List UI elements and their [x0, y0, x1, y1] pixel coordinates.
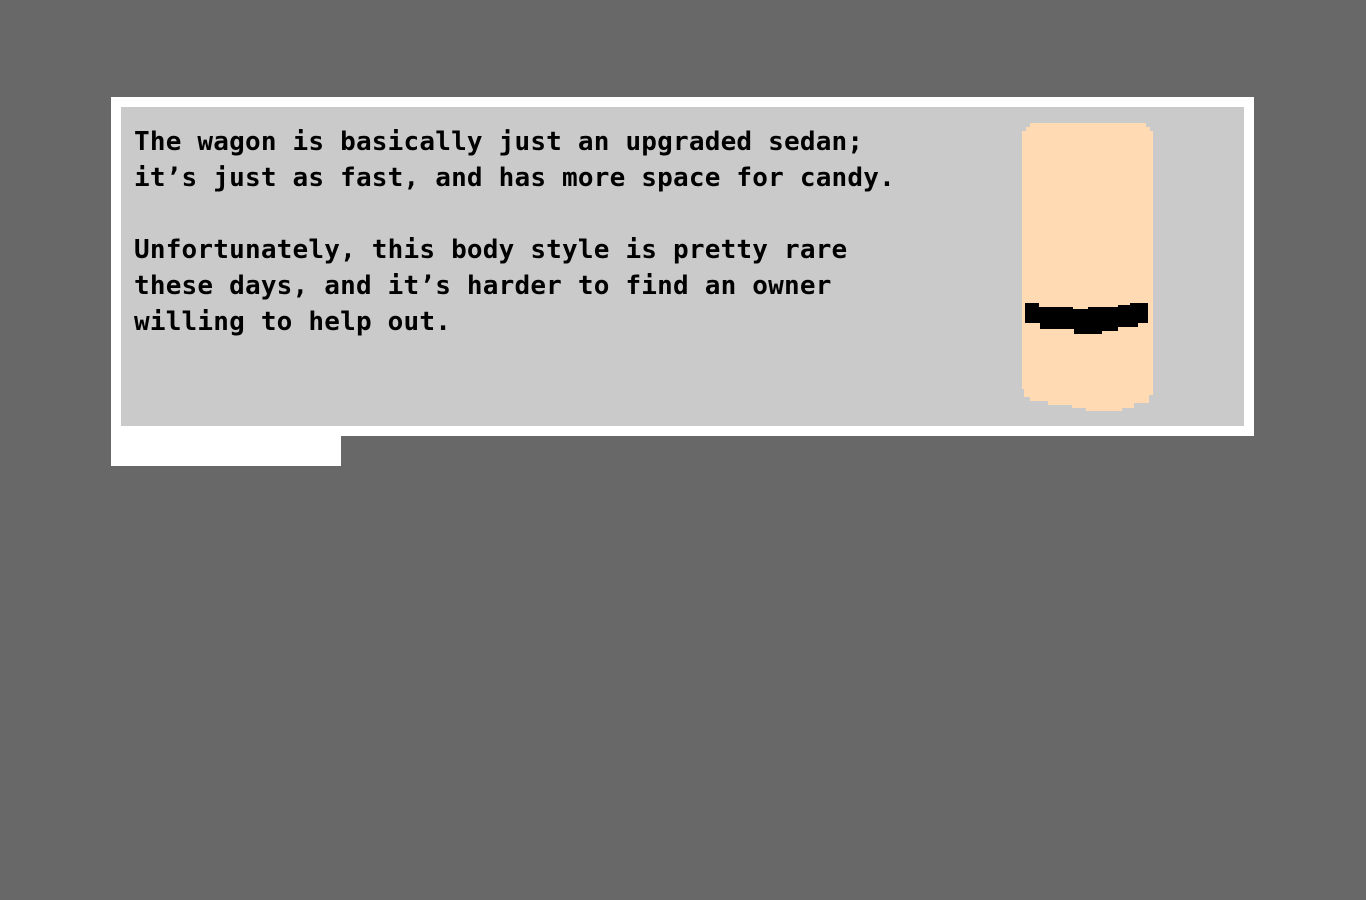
dialog-box[interactable]: The wagon is basically just an upgraded …: [111, 97, 1254, 436]
dialog-tab: [111, 436, 341, 466]
dialog-panel: The wagon is basically just an upgraded …: [121, 107, 1244, 426]
dialog-line: The wagon is basically just an upgraded …: [134, 127, 864, 157]
dialog-text: The wagon is basically just an upgraded …: [134, 124, 994, 340]
candy-bar-car-icon: [1022, 123, 1153, 411]
dialog-line: Unfortunately, this body style is pretty…: [134, 235, 848, 265]
game-screen: The wagon is basically just an upgraded …: [0, 0, 1366, 900]
dialog-line: willing to help out.: [134, 307, 452, 337]
dialog-line: these days, and it’s harder to find an o…: [134, 271, 832, 301]
dialog-line-blank: ​: [134, 196, 994, 232]
dialog-line: it’s just as fast, and has more space fo…: [134, 163, 895, 193]
wagon-body-shape: [1022, 123, 1153, 411]
